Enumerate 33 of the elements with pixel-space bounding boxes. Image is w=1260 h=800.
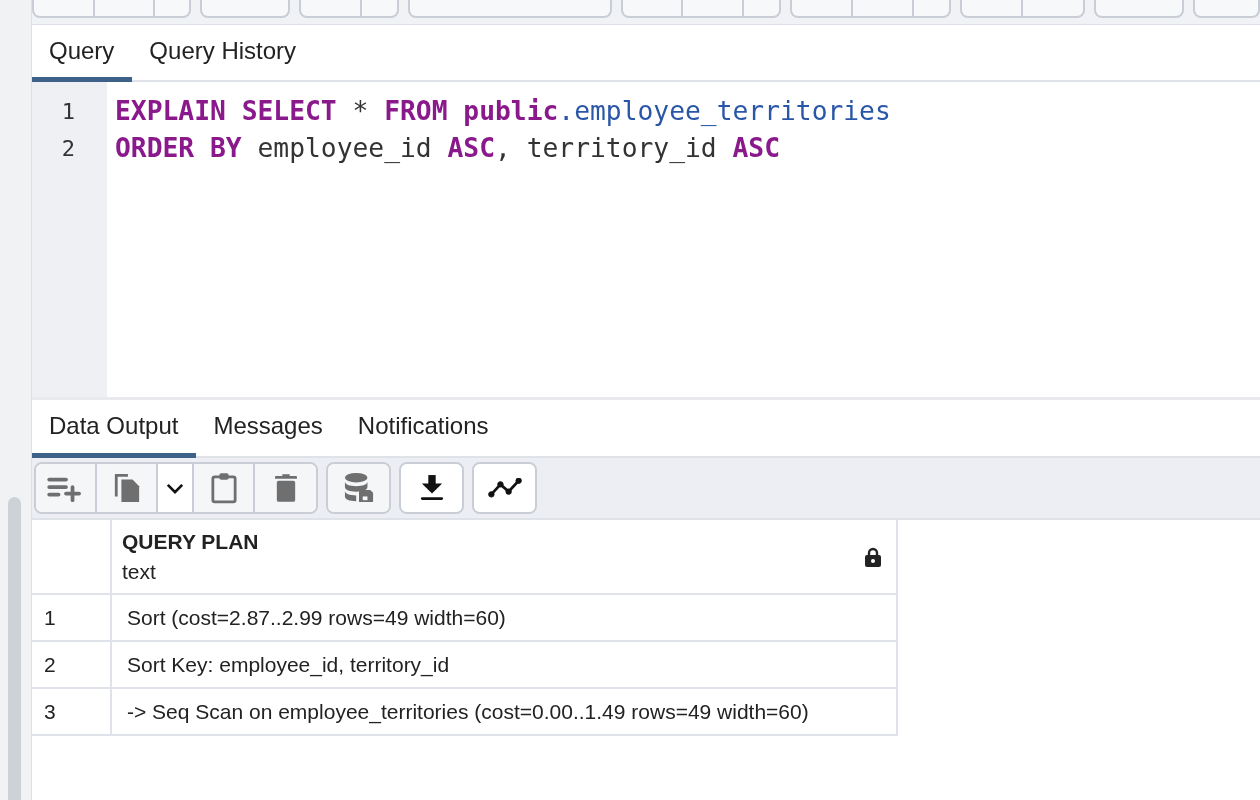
tab[interactable]: Query History (132, 25, 315, 82)
database-save-icon (343, 473, 374, 503)
tab[interactable]: Notifications (340, 400, 507, 458)
toolbar-button-group[interactable] (620, 0, 782, 18)
toolbar-button-group[interactable] (1193, 0, 1260, 18)
toolbar-button-group[interactable] (959, 0, 1086, 18)
code-line: EXPLAIN SELECT * FROM public.employee_territories (115, 95, 891, 128)
toolbar-button-group[interactable] (790, 0, 951, 18)
toolbar-button-group[interactable] (407, 0, 612, 18)
copy-icon (112, 472, 141, 504)
toolbar-button-group[interactable] (32, 0, 191, 18)
scrollbar-thumb[interactable] (8, 497, 21, 800)
chevron-down-icon (166, 482, 184, 494)
toolbar-button-group[interactable] (1094, 0, 1185, 18)
download-icon (419, 475, 444, 501)
clipboard-icon (210, 472, 237, 504)
column-type: text (122, 559, 157, 584)
code-line: ORDER BY employee_id ASC, territory_id ASC (115, 132, 780, 165)
column-header[interactable]: QUERY PLAN text (111, 520, 897, 594)
line-number: 2 (60, 135, 76, 163)
toolbar-button-group[interactable] (199, 0, 290, 18)
tab[interactable]: Messages (196, 400, 341, 458)
table-cell: -> Seq Scan on employee_territories (cost=0.00..1.49 rows=49 width=60) (111, 688, 897, 735)
trash-icon (274, 474, 297, 502)
column-name: QUERY PLAN (122, 529, 259, 554)
row-number: 2 (32, 641, 111, 688)
table-cell: Sort (cost=2.87..2.99 rows=49 width=60) (111, 594, 897, 641)
row-number: 3 (32, 688, 111, 735)
line-number: 1 (60, 98, 76, 126)
toolbar-button-group[interactable] (298, 0, 399, 18)
table-cell: Sort Key: employee_id, territory_id (111, 641, 897, 688)
line-graph-icon (487, 478, 522, 498)
row-number: 1 (32, 594, 111, 641)
